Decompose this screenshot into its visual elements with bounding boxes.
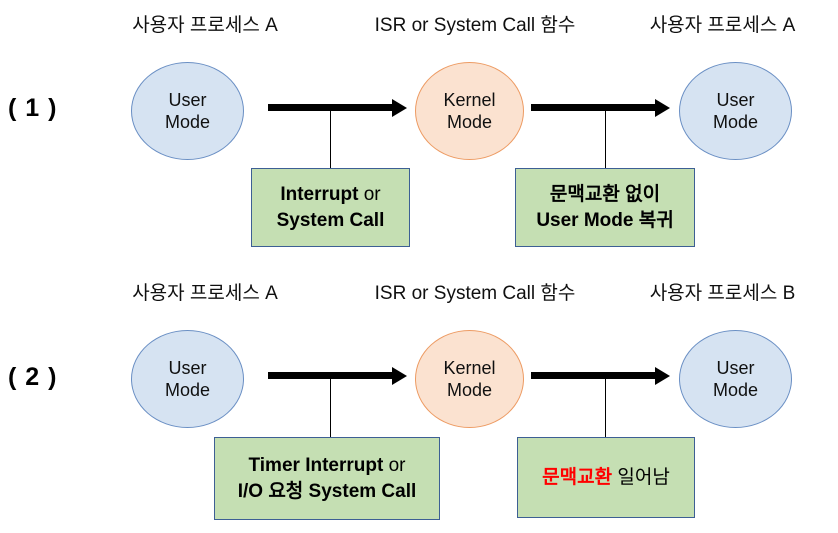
row2-connector-1: [330, 375, 332, 437]
note-line-1: Interrupt or: [280, 183, 381, 205]
note-line-2: I/O 요청 System Call: [237, 480, 417, 502]
row-marker-1: ( 1 ): [8, 94, 58, 122]
row1-arrow-1-head: [392, 98, 407, 117]
row1-node-user-mode-right: User Mode: [679, 62, 792, 160]
node-line-1: User: [168, 358, 207, 378]
row2-note-context-switch-occurs: 문맥교환 일어남: [517, 437, 695, 518]
note-line-1: 문맥교환 없이: [549, 183, 661, 205]
node-line-1: User: [168, 90, 207, 110]
row1-connector-1: [330, 107, 332, 169]
note-line-2: User Mode 복귀: [536, 209, 674, 231]
row2-node-user-mode-left: User Mode: [131, 330, 244, 428]
note-line-1: 문맥교환 일어남: [542, 466, 670, 488]
row2-arrow-2-shaft: [531, 372, 656, 379]
row1-connector-2: [605, 107, 607, 169]
row2-connector-2: [605, 375, 607, 437]
node-line-1: Kernel: [443, 90, 496, 110]
row1-arrow-2-head: [655, 98, 670, 117]
node-line-1: User: [716, 90, 755, 110]
node-line-2: Mode: [164, 112, 211, 132]
row1-node-user-mode-left: User Mode: [131, 62, 244, 160]
row1-header-process-a-left: 사용자 프로세스 A: [132, 15, 278, 36]
diagram-canvas: 사용자 프로세스 A ISR or System Call 함수 사용자 프로세…: [0, 0, 838, 533]
row2-header-isr-syscall: ISR or System Call 함수: [374, 283, 576, 304]
row-marker-2: ( 2 ): [8, 363, 58, 391]
row2-header-process-b: 사용자 프로세스 B: [649, 283, 796, 304]
node-line-2: Mode: [446, 380, 493, 400]
row1-note-interrupt-or-system-call: Interrupt or System Call: [251, 168, 410, 247]
row2-arrow-1-head: [392, 366, 407, 385]
note-line-2: System Call: [276, 209, 385, 231]
row2-node-kernel-mode: Kernel Mode: [415, 330, 524, 428]
row2-arrow-2-head: [655, 366, 670, 385]
node-line-1: Kernel: [443, 358, 496, 378]
node-line-2: Mode: [164, 380, 211, 400]
row2-note-timer-interrupt-or-io-system-call: Timer Interrupt or I/O 요청 System Call: [214, 437, 440, 520]
row1-header-process-a-right: 사용자 프로세스 A: [649, 15, 796, 36]
note-line-1: Timer Interrupt or: [248, 454, 406, 476]
node-line-2: Mode: [712, 112, 759, 132]
node-line-1: User: [716, 358, 755, 378]
row2-header-process-a: 사용자 프로세스 A: [132, 283, 278, 304]
row1-note-return-user-mode-no-context-switch: 문맥교환 없이 User Mode 복귀: [515, 168, 695, 247]
row2-node-user-mode-right: User Mode: [679, 330, 792, 428]
row1-arrow-2-shaft: [531, 104, 656, 111]
node-line-2: Mode: [446, 112, 493, 132]
node-line-2: Mode: [712, 380, 759, 400]
row1-node-kernel-mode: Kernel Mode: [415, 62, 524, 160]
row1-header-isr-syscall: ISR or System Call 함수: [374, 15, 576, 36]
